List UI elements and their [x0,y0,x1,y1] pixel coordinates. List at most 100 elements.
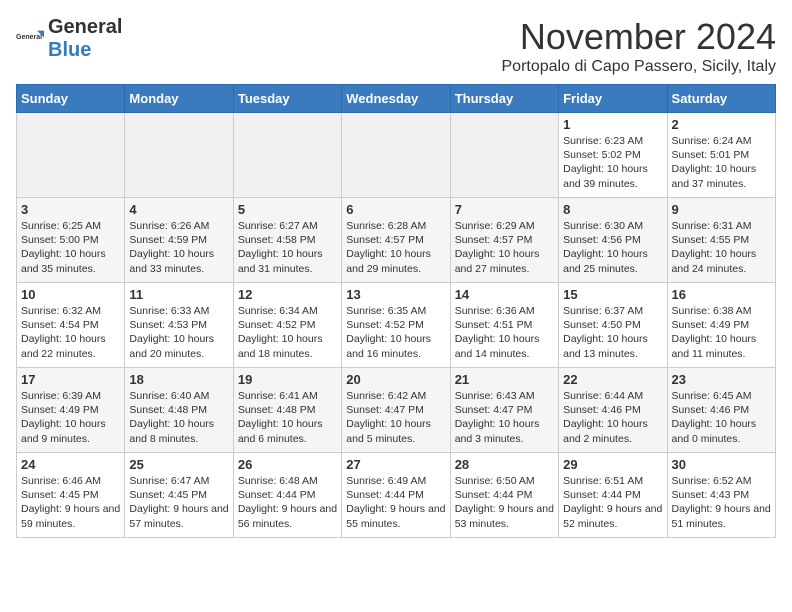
subtitle: Portopalo di Capo Passero, Sicily, Italy [502,58,777,76]
day-number: 19 [238,372,337,387]
logo-icon: General [16,25,44,53]
calendar-cell: 2Sunrise: 6:24 AMSunset: 5:01 PMDaylight… [667,113,775,198]
day-info: Sunrise: 6:40 AM [129,389,228,403]
day-number: 21 [455,372,554,387]
calendar-cell: 30Sunrise: 6:52 AMSunset: 4:43 PMDayligh… [667,453,775,538]
day-info: Sunset: 4:56 PM [563,233,662,247]
day-number: 9 [672,202,771,217]
day-number: 2 [672,117,771,132]
day-info: Daylight: 10 hours and 22 minutes. [21,332,120,360]
day-info: Sunrise: 6:30 AM [563,219,662,233]
header-row: Sunday Monday Tuesday Wednesday Thursday… [17,85,776,113]
calendar-week-5: 24Sunrise: 6:46 AMSunset: 4:45 PMDayligh… [17,453,776,538]
day-info: Daylight: 9 hours and 51 minutes. [672,502,771,530]
day-info: Sunrise: 6:46 AM [21,474,120,488]
calendar-cell [342,113,450,198]
day-info: Daylight: 10 hours and 35 minutes. [21,247,120,275]
day-number: 28 [455,457,554,472]
header-wednesday: Wednesday [342,85,450,113]
day-info: Sunrise: 6:36 AM [455,304,554,318]
day-info: Sunset: 4:49 PM [672,318,771,332]
header-sunday: Sunday [17,85,125,113]
day-info: Sunrise: 6:44 AM [563,389,662,403]
calendar-header: Sunday Monday Tuesday Wednesday Thursday… [17,85,776,113]
header-saturday: Saturday [667,85,775,113]
calendar-cell: 5Sunrise: 6:27 AMSunset: 4:58 PMDaylight… [233,198,341,283]
day-number: 13 [346,287,445,302]
calendar-cell: 27Sunrise: 6:49 AMSunset: 4:44 PMDayligh… [342,453,450,538]
day-info: Daylight: 10 hours and 6 minutes. [238,417,337,445]
day-number: 10 [21,287,120,302]
day-info: Sunset: 4:47 PM [346,403,445,417]
calendar-cell: 25Sunrise: 6:47 AMSunset: 4:45 PMDayligh… [125,453,233,538]
header-tuesday: Tuesday [233,85,341,113]
day-number: 22 [563,372,662,387]
day-info: Sunset: 4:44 PM [238,488,337,502]
day-info: Sunset: 4:45 PM [21,488,120,502]
day-info: Sunrise: 6:34 AM [238,304,337,318]
day-info: Sunrise: 6:48 AM [238,474,337,488]
day-info: Daylight: 9 hours and 52 minutes. [563,502,662,530]
calendar-cell: 20Sunrise: 6:42 AMSunset: 4:47 PMDayligh… [342,368,450,453]
day-info: Sunset: 4:44 PM [563,488,662,502]
calendar-cell: 1Sunrise: 6:23 AMSunset: 5:02 PMDaylight… [559,113,667,198]
logo-general: General [48,16,122,38]
day-number: 7 [455,202,554,217]
day-info: Daylight: 10 hours and 3 minutes. [455,417,554,445]
day-info: Sunrise: 6:49 AM [346,474,445,488]
day-info: Daylight: 10 hours and 20 minutes. [129,332,228,360]
day-info: Sunset: 5:02 PM [563,148,662,162]
month-title: November 2024 [502,16,777,58]
day-info: Sunset: 4:54 PM [21,318,120,332]
day-info: Sunset: 4:55 PM [672,233,771,247]
day-info: Daylight: 10 hours and 25 minutes. [563,247,662,275]
day-info: Sunset: 4:44 PM [346,488,445,502]
day-info: Sunrise: 6:27 AM [238,219,337,233]
calendar-cell [233,113,341,198]
logo-wordmark: General Blue [48,16,122,62]
calendar-cell [17,113,125,198]
day-info: Sunset: 4:47 PM [455,403,554,417]
day-info: Sunrise: 6:29 AM [455,219,554,233]
day-info: Daylight: 9 hours and 59 minutes. [21,502,120,530]
day-number: 29 [563,457,662,472]
day-info: Sunset: 4:58 PM [238,233,337,247]
day-number: 16 [672,287,771,302]
day-number: 25 [129,457,228,472]
day-info: Sunrise: 6:28 AM [346,219,445,233]
day-number: 20 [346,372,445,387]
day-number: 6 [346,202,445,217]
day-info: Sunrise: 6:32 AM [21,304,120,318]
day-info: Sunset: 5:01 PM [672,148,771,162]
header-thursday: Thursday [450,85,558,113]
day-info: Daylight: 10 hours and 11 minutes. [672,332,771,360]
day-info: Sunrise: 6:51 AM [563,474,662,488]
day-info: Sunset: 4:48 PM [129,403,228,417]
calendar-cell: 15Sunrise: 6:37 AMSunset: 4:50 PMDayligh… [559,283,667,368]
day-info: Sunset: 4:49 PM [21,403,120,417]
day-info: Sunrise: 6:52 AM [672,474,771,488]
calendar-cell: 23Sunrise: 6:45 AMSunset: 4:46 PMDayligh… [667,368,775,453]
day-number: 24 [21,457,120,472]
day-info: Sunrise: 6:39 AM [21,389,120,403]
day-info: Daylight: 10 hours and 33 minutes. [129,247,228,275]
title-area: November 2024 Portopalo di Capo Passero,… [502,16,777,76]
day-info: Sunset: 4:57 PM [346,233,445,247]
day-info: Sunrise: 6:33 AM [129,304,228,318]
calendar-cell: 4Sunrise: 6:26 AMSunset: 4:59 PMDaylight… [125,198,233,283]
day-number: 18 [129,372,228,387]
header: General General Blue November 2024 Porto… [16,16,776,76]
day-info: Daylight: 10 hours and 31 minutes. [238,247,337,275]
day-info: Daylight: 10 hours and 14 minutes. [455,332,554,360]
logo-blue: Blue [48,39,91,61]
day-info: Daylight: 10 hours and 9 minutes. [21,417,120,445]
day-info: Daylight: 10 hours and 8 minutes. [129,417,228,445]
calendar-cell: 19Sunrise: 6:41 AMSunset: 4:48 PMDayligh… [233,368,341,453]
day-number: 3 [21,202,120,217]
day-info: Sunrise: 6:26 AM [129,219,228,233]
calendar-cell: 28Sunrise: 6:50 AMSunset: 4:44 PMDayligh… [450,453,558,538]
calendar-week-4: 17Sunrise: 6:39 AMSunset: 4:49 PMDayligh… [17,368,776,453]
day-info: Sunset: 4:46 PM [563,403,662,417]
day-number: 4 [129,202,228,217]
calendar-cell: 24 Sunrise: 6:46 AMSunset: 4:45 PMDayligh… [17,453,125,538]
